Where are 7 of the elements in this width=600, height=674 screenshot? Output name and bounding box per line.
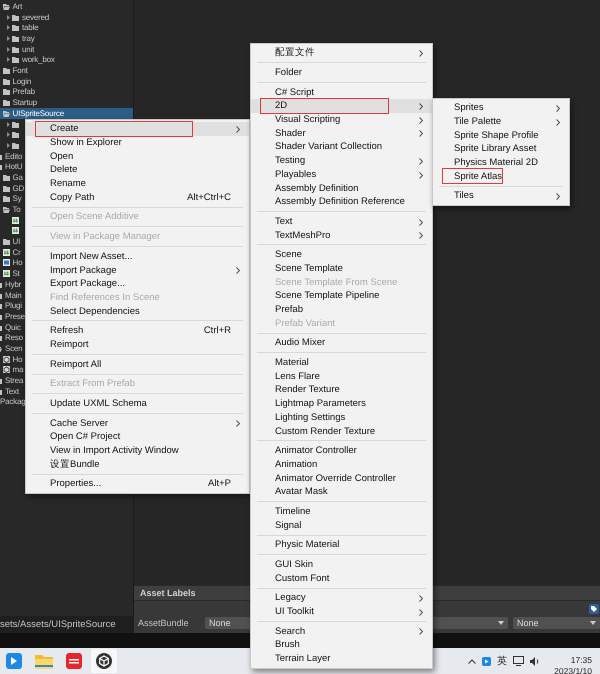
clock-date: 2023/1/10 (554, 666, 592, 674)
path-bar: sets/Assets/UISpriteSource (0, 616, 133, 633)
field-label: AssetBundle (138, 618, 190, 628)
clock-time: 17:35 (570, 654, 592, 666)
shortcut-label: Alt+P (208, 478, 232, 490)
shortcut-label: Alt+Ctrl+C (187, 192, 232, 203)
shortcut-label: Ctrl+R (204, 325, 232, 336)
